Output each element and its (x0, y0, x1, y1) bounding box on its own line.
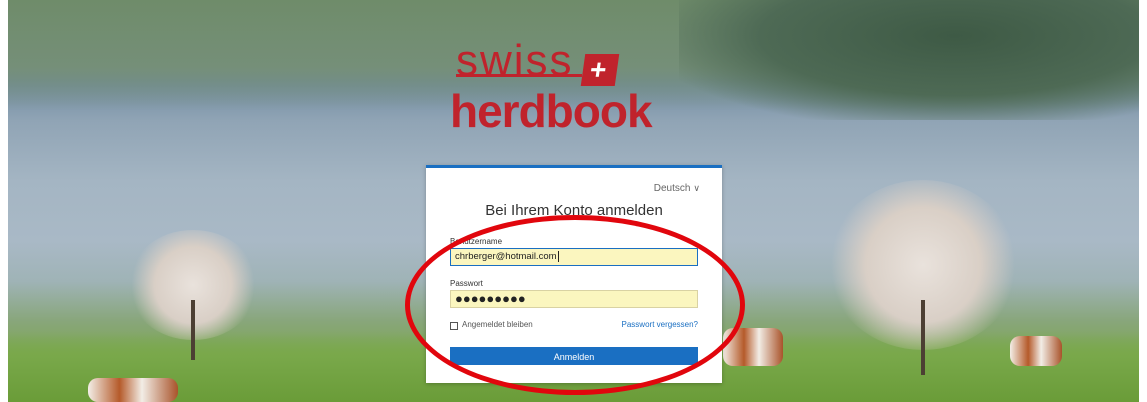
swiss-flag-icon: + (580, 54, 620, 86)
tree-trunk (921, 300, 925, 375)
logo-text-swiss: swiss (456, 36, 582, 85)
flag-cross: + (587, 54, 609, 85)
chevron-down-icon: ∨ (693, 183, 700, 193)
swiss-herdbook-logo: swiss + herdbook (450, 38, 710, 138)
logo-text-herdbook: herdbook (450, 85, 653, 137)
tree-trunk (191, 300, 195, 360)
annotation-circle (405, 215, 745, 395)
cow (88, 378, 178, 402)
background-ridge (679, 0, 1139, 120)
language-label: Deutsch (653, 183, 691, 194)
language-selector[interactable]: Deutsch ∨ (654, 183, 700, 194)
cow (1010, 336, 1062, 366)
